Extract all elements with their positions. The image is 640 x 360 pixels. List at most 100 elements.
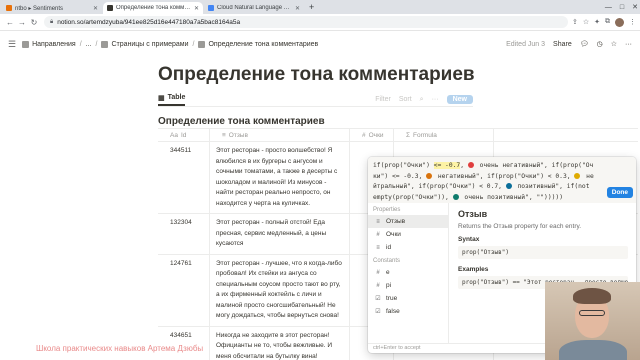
menu-icon[interactable]: ⋮ bbox=[629, 18, 636, 26]
cell-id[interactable]: 124761 bbox=[158, 254, 210, 326]
cell-review[interactable]: Этот ресторан - лучшее, что я когда-либо… bbox=[210, 254, 350, 326]
hamburger-icon[interactable]: ☰ bbox=[8, 39, 16, 50]
cell-review[interactable]: Никогда не заходите в этот ресторан! Офи… bbox=[210, 326, 350, 360]
sort-button[interactable]: Sort bbox=[399, 96, 412, 103]
share-button[interactable]: Share bbox=[553, 41, 572, 48]
breadcrumb-item[interactable]: Страницы с примерами bbox=[111, 41, 188, 48]
constants-item[interactable]: # e bbox=[368, 266, 448, 279]
constants-type-icon: # bbox=[376, 282, 380, 289]
formula-token: очень позитивный", ""))))) bbox=[460, 193, 563, 201]
window-controls: — □ ✕ bbox=[605, 0, 638, 14]
text-icon: Aa bbox=[170, 131, 178, 139]
color-dot-icon bbox=[426, 172, 433, 179]
favorite-icon[interactable]: ☆ bbox=[611, 40, 617, 48]
formula-token: if(prop("Очки") bbox=[373, 162, 434, 169]
close-tab-icon[interactable]: ✕ bbox=[93, 5, 98, 12]
column-label: Id bbox=[180, 131, 187, 139]
constants-item[interactable]: ☑ false bbox=[368, 305, 448, 318]
constants-item[interactable]: ☑ true bbox=[368, 292, 448, 305]
formula-reference-list: Properties ≡ Отзыв # Очки ≡ id Constants # e # p… bbox=[368, 203, 449, 343]
url-field[interactable]: 🔒︎ notion.so/artemdzyuba/941ee825d16e447… bbox=[44, 16, 568, 28]
page-icon bbox=[101, 40, 109, 48]
browser-tab-bar: ntbo ▸ Sentiments ✕ Определение тона комме… bbox=[0, 0, 640, 14]
page-icon bbox=[22, 40, 30, 48]
presenter-glasses bbox=[579, 310, 605, 316]
profile-avatar[interactable] bbox=[615, 17, 624, 27]
properties-item[interactable]: # Очки bbox=[368, 228, 448, 241]
browser-tab-label: ntbo ▸ Sentiments bbox=[15, 5, 64, 12]
properties-item[interactable]: ≡ id bbox=[368, 241, 448, 254]
share-page-icon[interactable]: ⇪ bbox=[572, 18, 578, 26]
done-button[interactable]: Done bbox=[606, 187, 633, 198]
new-tab-button[interactable]: + bbox=[305, 2, 318, 14]
star-icon[interactable]: ☆ bbox=[583, 18, 589, 26]
formula-input[interactable]: if(prop("Очки") <= -0.7, очень негативны… bbox=[368, 157, 636, 203]
properties-item-label: id bbox=[386, 244, 392, 251]
edited-timestamp: Edited Jun 3 bbox=[506, 40, 546, 48]
forward-icon[interactable]: → bbox=[16, 18, 28, 27]
browser-tab[interactable]: Cloud Natural Language API - …✕ bbox=[204, 2, 304, 14]
maximize-icon[interactable]: □ bbox=[620, 4, 624, 11]
constants-list: # e # pi ☑ true ☑ false bbox=[368, 266, 448, 318]
breadcrumb-item[interactable]: Определение тона комментариев bbox=[208, 41, 318, 48]
properties-item[interactable]: ≡ Отзыв bbox=[368, 215, 448, 228]
cell-review[interactable]: Этот ресторан - просто волшебство! Я влю… bbox=[210, 142, 350, 213]
new-button[interactable]: New bbox=[446, 95, 473, 104]
comment-icon[interactable]: 💬︎ bbox=[580, 40, 589, 48]
column-header-formula[interactable]: Σ Formula bbox=[394, 128, 494, 142]
favicon-icon bbox=[107, 5, 113, 11]
breadcrumb-item[interactable]: ... bbox=[86, 41, 92, 48]
column-header-id[interactable]: Aa Id bbox=[158, 128, 210, 142]
color-dot-icon bbox=[505, 183, 512, 189]
search-icon[interactable]: ⌕ bbox=[420, 96, 424, 104]
extension-icon[interactable]: ✦ bbox=[594, 18, 600, 26]
syntax-code: prop("Отзыв") bbox=[458, 246, 628, 259]
properties-type-icon: # bbox=[376, 231, 380, 238]
close-tab-icon[interactable]: ✕ bbox=[194, 5, 199, 12]
close-tab-icon[interactable]: ✕ bbox=[295, 5, 300, 12]
constants-item[interactable]: # pi bbox=[368, 279, 448, 292]
properties-section-label: Properties bbox=[373, 207, 401, 213]
breadcrumb-item[interactable]: Направления bbox=[32, 41, 76, 48]
minimize-icon[interactable]: — bbox=[605, 4, 612, 11]
clock-icon[interactable]: ◷ bbox=[597, 40, 603, 48]
constants-section-label: Constants bbox=[373, 258, 401, 264]
page-title: Определение тона комментариев bbox=[158, 64, 475, 85]
more-icon[interactable]: ··· bbox=[625, 41, 632, 48]
browser-tab[interactable]: ntbo ▸ Sentiments ✕ bbox=[2, 2, 102, 14]
column-header-review[interactable]: ≡ Отзыв bbox=[210, 128, 350, 142]
browser-tab[interactable]: Определение тона комментари…✕ bbox=[103, 2, 203, 14]
database-title[interactable]: Определение тона комментариев bbox=[158, 116, 325, 127]
cell-id[interactable]: 132304 bbox=[158, 214, 210, 254]
column-header-score[interactable]: # Очки bbox=[350, 128, 394, 142]
help-title: Отзыв bbox=[458, 209, 488, 219]
filter-button[interactable]: Filter bbox=[375, 96, 391, 103]
cell-id[interactable]: 344511 bbox=[158, 142, 210, 213]
properties-list: ≡ Отзыв # Очки ≡ id bbox=[368, 215, 448, 254]
puzzle-icon[interactable]: ⧉ bbox=[605, 18, 610, 26]
page-icon bbox=[198, 40, 206, 48]
reload-icon[interactable]: ↻ bbox=[28, 18, 40, 27]
cell-review[interactable]: Этот ресторан - полный отстой! Еда пресн… bbox=[210, 214, 350, 254]
properties-item-label: Очки bbox=[386, 231, 401, 238]
formula-token: <= -0.7 bbox=[433, 162, 461, 169]
sigma-icon: Σ bbox=[406, 131, 411, 139]
breadcrumb-separator: / bbox=[79, 40, 82, 48]
watermark-text: Школа практических навыков Артема Дзюбы bbox=[36, 344, 204, 353]
color-dot-icon bbox=[452, 193, 459, 200]
notion-topbar: ☰ Направления / ... / Страницы с примера… bbox=[0, 31, 640, 57]
help-description: Returns the Отзыв property for each entr… bbox=[458, 223, 582, 230]
constants-item-label: true bbox=[386, 295, 398, 302]
column-label: Отзыв bbox=[228, 131, 248, 139]
tab-table[interactable]: ▦ Table bbox=[158, 94, 186, 106]
tab-label: Table bbox=[167, 94, 186, 101]
table-icon: ▦ bbox=[158, 94, 165, 102]
close-window-icon[interactable]: ✕ bbox=[632, 3, 638, 11]
color-dot-icon bbox=[467, 162, 474, 168]
more-icon[interactable]: ··· bbox=[432, 96, 439, 103]
constants-item-label: false bbox=[386, 308, 400, 315]
favicon-icon bbox=[208, 5, 214, 11]
properties-type-icon: ≡ bbox=[376, 244, 380, 251]
back-icon[interactable]: ← bbox=[4, 18, 16, 27]
column-label: Очки bbox=[368, 131, 384, 139]
